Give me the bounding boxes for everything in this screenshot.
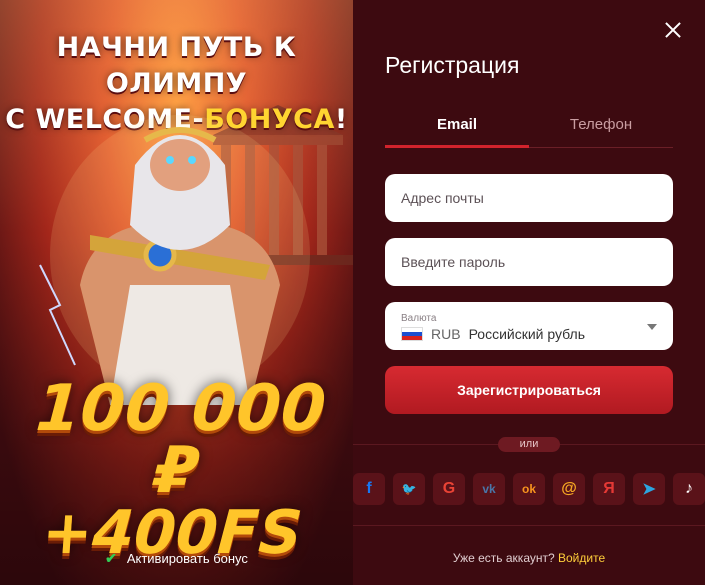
bonus-amount: 100 000 ₽ +400FS [0, 372, 353, 568]
mailru-login-button[interactable]: @ [553, 473, 585, 505]
social-login-row: f 🐦 Gvk ok @ Я ➤ ♪ [353, 473, 705, 505]
currency-code: RUB [431, 325, 461, 342]
currency-name: Российский рубль [468, 325, 586, 342]
currency-label: Валюта [401, 312, 437, 324]
registration-form: Регистрация Email Телефон Валюта RUB Рос… [353, 0, 705, 585]
yandex-icon: Я [603, 480, 615, 497]
google-login-button[interactable]: G [433, 473, 465, 505]
registration-modal: НАЧНИ ПУТЬ К ОЛИМПУ С WELCOME-БОНУСА! 10… [0, 0, 705, 585]
facebook-login-button[interactable]: f [353, 473, 385, 505]
google-icon: G [442, 480, 456, 497]
login-link[interactable]: Войдите [558, 551, 605, 565]
telegram-login-button[interactable]: ➤ [633, 473, 665, 505]
facebook-icon: f [366, 480, 372, 497]
vk-login-button[interactable]: vk [473, 473, 505, 505]
bonus-amount-line1: 100 000 ₽ [33, 372, 329, 508]
chevron-down-icon [647, 324, 657, 330]
email-field[interactable] [401, 190, 657, 206]
close-icon[interactable] [665, 22, 681, 38]
auth-tabs: Email Телефон [385, 116, 673, 148]
checkmark-icon: ✔ [105, 550, 117, 566]
register-button[interactable]: Зарегистрироваться [385, 366, 673, 414]
password-field-wrapper [385, 238, 673, 286]
form-title: Регистрация [385, 52, 520, 78]
odnoklassniki-icon: ok [521, 482, 536, 496]
activate-bonus-toggle[interactable]: ✔ Активировать бонус [0, 550, 353, 567]
divider [353, 525, 705, 526]
odnoklassniki-login-button[interactable]: ok [513, 473, 545, 505]
yandex-login-button[interactable]: Я [593, 473, 625, 505]
vk-icon: vk [482, 482, 496, 496]
currency-value: RUB Российский рубль [401, 326, 657, 342]
telegram-icon: ➤ [642, 481, 656, 498]
email-field-wrapper [385, 174, 673, 222]
tab-email[interactable]: Email [385, 116, 529, 148]
login-prompt: Уже есть аккаунт? Войдите [353, 551, 705, 565]
tiktok-icon: ♪ [685, 480, 693, 497]
or-separator: или [498, 437, 560, 452]
login-prompt-text: Уже есть аккаунт? [452, 551, 555, 565]
twitter-icon: 🐦 [401, 482, 417, 496]
promo-banner: НАЧНИ ПУТЬ К ОЛИМПУ С WELCOME-БОНУСА! 10… [0, 0, 353, 585]
currency-select[interactable]: Валюта RUB Российский рубль [385, 302, 673, 350]
zeus-illustration [39, 115, 310, 405]
activate-bonus-label: Активировать бонус [126, 551, 248, 566]
tab-phone[interactable]: Телефон [529, 116, 673, 147]
russia-flag-icon [401, 326, 423, 341]
password-field[interactable] [401, 254, 657, 270]
headline-line1: НАЧНИ ПУТЬ К ОЛИМПУ [56, 32, 297, 99]
twitter-login-button[interactable]: 🐦 [393, 473, 425, 505]
tiktok-login-button[interactable]: ♪ [673, 473, 705, 505]
mailru-icon: @ [561, 480, 577, 497]
